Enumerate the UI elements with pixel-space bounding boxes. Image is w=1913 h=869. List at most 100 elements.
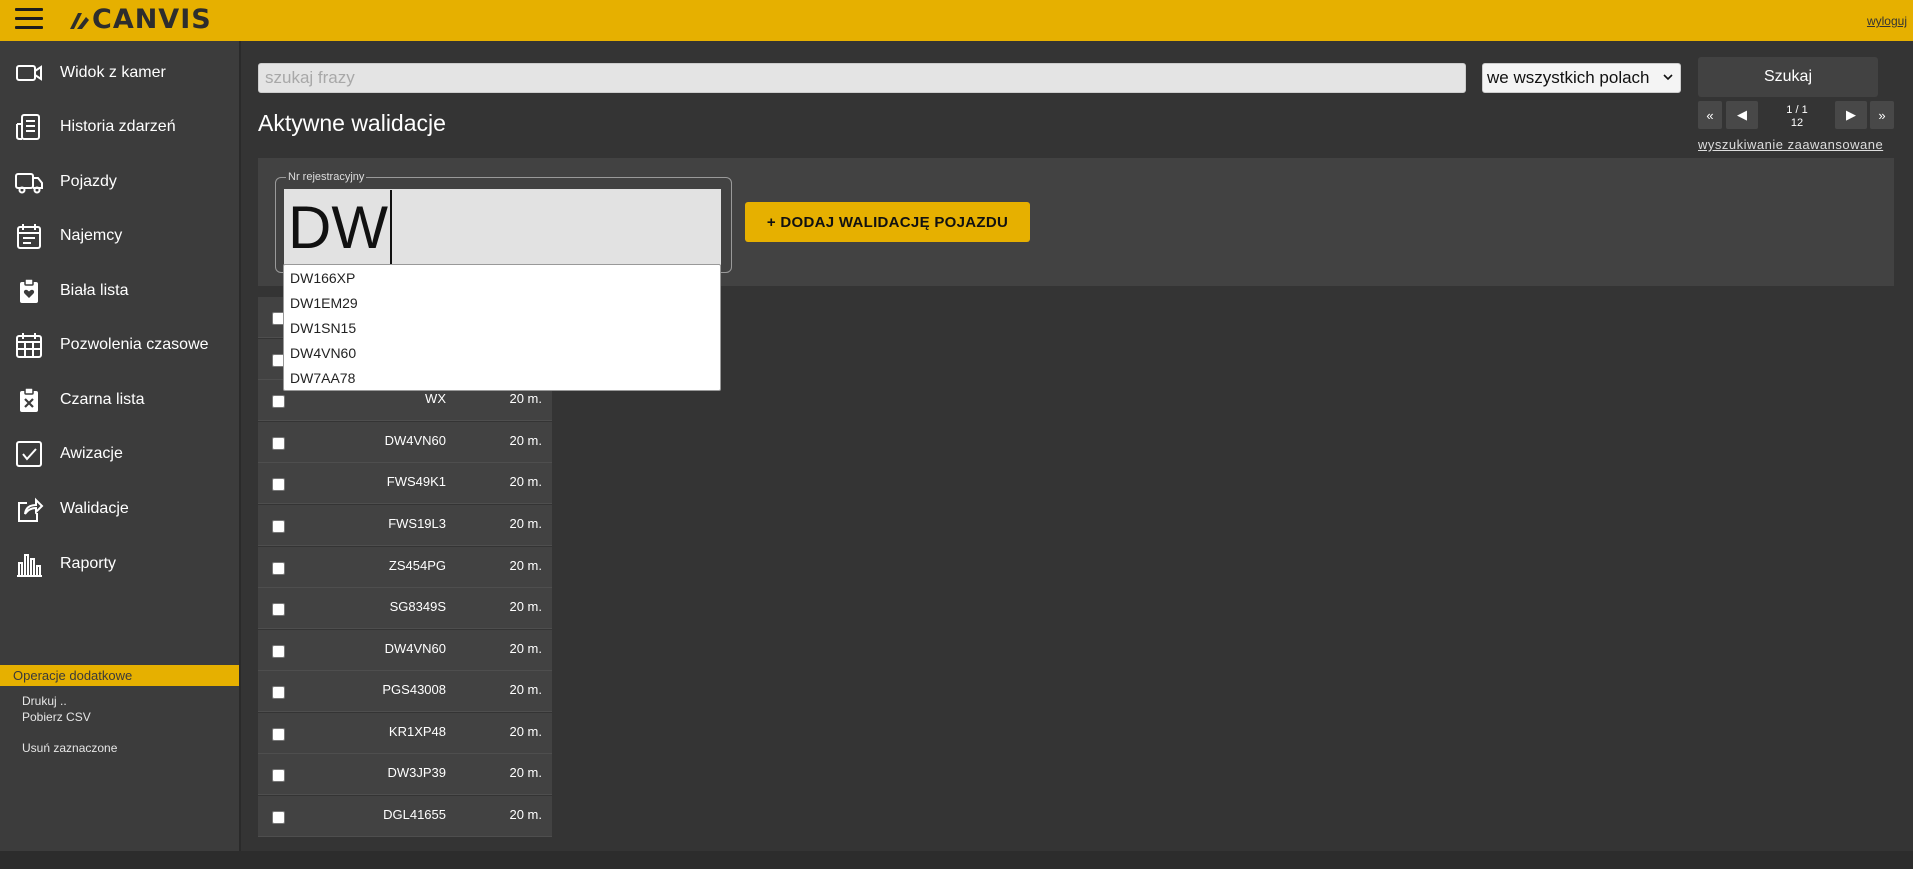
print-link[interactable]: Drukuj .. [22,694,67,708]
row-duration: 20 m. [509,516,542,531]
plate-number-input[interactable]: DW [284,189,721,265]
table-row: DW3JP39 20 m. [258,754,552,795]
row-duration: 20 m. [509,807,542,822]
plate-number-value: DW [288,193,388,261]
autocomplete-option[interactable]: DW166XP [290,270,355,286]
sidebar-item-label: Czarna lista [60,391,145,408]
row-checkbox[interactable] [272,437,285,450]
page-title: Aktywne walidacje [258,110,446,136]
row-checkbox[interactable] [272,395,285,408]
search-scope-value: we wszystkich polach [1487,68,1650,87]
table-row: DW4VN60 20 m. [258,422,552,463]
sidebar-item-label: Historia zdarzeń [60,118,176,135]
row-plate: SG8349S [389,599,446,614]
row-checkbox[interactable] [272,520,285,533]
row-duration: 20 m. [509,558,542,573]
autocomplete-option[interactable]: DW1EM29 [290,295,358,311]
sidebar-item-tenants[interactable]: Najemcy [0,214,239,258]
clipboard-x-icon [14,385,44,415]
sidebar-item-camera-view[interactable]: Widok z kamer [0,51,239,95]
logo-mark-icon [70,13,89,29]
previous-page-button[interactable]: ◀ [1726,101,1758,129]
sidebar-item-event-history[interactable]: Historia zdarzeń [0,105,239,149]
history-document-icon [14,112,44,142]
clipboard-heart-icon [14,276,44,306]
logout-link[interactable]: wyloguj [1867,14,1907,28]
table-row: FWS49K1 20 m. [258,463,552,504]
advanced-search-link[interactable]: wyszukiwanie zaawansowane [1698,137,1883,152]
checkbox-icon [14,439,44,469]
last-page-button[interactable]: » [1870,101,1894,129]
row-checkbox[interactable] [272,478,285,491]
autocomplete-option[interactable]: DW1SN15 [290,320,356,336]
table-row: SG8349S 20 m. [258,588,552,629]
page-indicator: 1 / 1 [1786,104,1808,116]
search-scope-select[interactable]: we wszystkich polach [1482,63,1681,93]
row-duration: 20 m. [509,391,542,406]
delete-selected-link[interactable]: Usuń zaznaczone [22,741,117,755]
sidebar-item-label: Awizacje [60,445,123,462]
footer-strip [0,851,1913,869]
camera-icon [14,58,44,88]
result-count: 12 [1790,117,1804,129]
search-button[interactable]: Szukaj [1698,57,1878,97]
download-csv-link[interactable]: Pobierz CSV [22,710,91,724]
autocomplete-option[interactable]: DW4VN60 [290,345,356,361]
row-plate: FWS19L3 [388,516,446,531]
sidebar-item-notifications[interactable]: Awizacje [0,432,239,476]
chevron-down-icon [1663,74,1673,81]
truck-icon [14,167,44,197]
sidebar-item-whitelist[interactable]: Biała lista [0,269,239,313]
logo-text: CANVIS [92,4,212,35]
row-plate: FWS49K1 [386,474,446,489]
row-checkbox[interactable] [272,562,285,575]
plate-field-label: Nr rejestracyjny [286,171,367,183]
table-row: KR1XP48 20 m. [258,713,552,754]
sidebar-item-blacklist[interactable]: Czarna lista [0,378,239,422]
row-plate: DW4VN60 [384,433,446,448]
plate-autocomplete-dropdown: DW166XP DW1EM29 DW1SN15 DW4VN60 DW7AA78 [283,264,721,391]
sidebar-item-label: Widok z kamer [60,64,166,81]
top-bar: CANVIS wyloguj [0,0,1913,41]
search-input[interactable] [258,63,1466,93]
table-row: PGS43008 20 m. [258,671,552,712]
row-duration: 20 m. [509,433,542,448]
autocomplete-option[interactable]: DW7AA78 [290,370,355,386]
sidebar-item-vehicles[interactable]: Pojazdy [0,160,239,204]
bar-chart-icon [14,549,44,579]
row-duration: 20 m. [509,682,542,697]
share-icon [14,494,44,524]
table-row: FWS19L3 20 m. [258,505,552,546]
first-page-button[interactable]: « [1698,101,1722,129]
row-duration: 20 m. [509,765,542,780]
row-duration: 20 m. [509,724,542,739]
row-checkbox[interactable] [272,811,285,824]
row-checkbox[interactable] [272,603,285,616]
menu-icon[interactable] [15,8,43,30]
calendar-notes-icon [14,221,44,251]
calendar-grid-icon [14,330,44,360]
row-plate: ZS454PG [388,558,446,573]
row-duration: 20 m. [509,599,542,614]
add-vehicle-validation-button[interactable]: + DODAJ WALIDACJĘ POJAZDU [745,202,1030,242]
sidebar-item-time-permits[interactable]: Pozwolenia czasowe [0,323,239,367]
sidebar-item-validations[interactable]: Walidacje [0,487,239,531]
sidebar-item-label: Biała lista [60,282,129,299]
row-plate: DW4VN60 [384,641,446,656]
sidebar-item-reports[interactable]: Raporty [0,542,239,586]
row-plate: WX [425,391,446,406]
row-checkbox[interactable] [272,686,285,699]
row-checkbox[interactable] [272,769,285,782]
sidebar: Widok z kamer Historia zdarzeń Pojazdy N… [0,41,241,851]
row-plate: KR1XP48 [388,724,446,739]
sidebar-item-label: Raporty [60,555,117,572]
table-row: DGL41655 20 m. [258,796,552,837]
row-checkbox[interactable] [272,645,285,658]
sidebar-item-label: Pozwolenia czasowe [60,336,209,353]
table-row: ZS454PG 20 m. [258,547,552,588]
additional-operations-header: Operacje dodatkowe [0,665,239,686]
table-row: DW4VN60 20 m. [258,630,552,671]
plate-fieldset: Nr rejestracyjny DW [275,171,732,273]
next-page-button[interactable]: ▶ [1835,101,1867,129]
row-checkbox[interactable] [272,728,285,741]
